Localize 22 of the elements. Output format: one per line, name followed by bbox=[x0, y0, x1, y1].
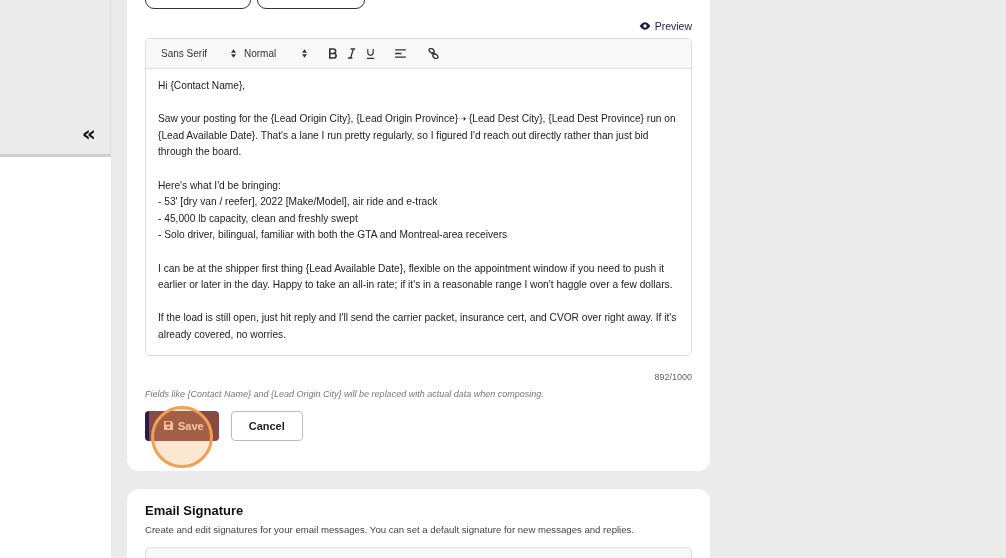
message-text: Here's what I'd be bringing: bbox=[158, 178, 282, 193]
message-text: - 45,000 lb capacity, clean and freshly swept bbox=[158, 211, 359, 226]
sort-arrows-icon bbox=[231, 49, 236, 58]
character-count: 892/1000 bbox=[653, 371, 692, 382]
cancel-button[interactable]: Cancel bbox=[230, 410, 303, 441]
section-description: Create and edit signatures for your email messages. You can set a default signature for new messages and replies. bbox=[145, 523, 636, 535]
message-text: If the load is still open, just hit reply and I'll send the carrier packet, insurance cert, and CVOR over right away. If it's already covered, no worries. bbox=[158, 311, 678, 342]
collapse-button[interactable]: « bbox=[81, 124, 96, 144]
hint-text: Fields like {Contact Name} and {Lead Origin City} will be replaced with actual data when composing. bbox=[145, 388, 545, 399]
floppy-icon bbox=[164, 421, 173, 430]
message-text: Saw your posting for the {Lead Origin City}, {Lead Origin Province}➝ {Lead Dest City}, {Lead Dest Province} run on {Lead Available Date}. That's a lane I run pretty regularly, so I figured I'd reach out directly rather than just bid through the board. bbox=[158, 112, 677, 160]
message-text: I can be at the shipper first thing {Lead Available Date}, flexible on the appointment window if you need to push it earlier or later in the day. Happy to take an all-in rate; if it's in a reasonable range I won't haggle over a few dollars. bbox=[158, 261, 674, 293]
message-text: Hi {Contact Name}, bbox=[158, 79, 247, 93]
preview-label: Preview bbox=[654, 20, 692, 32]
eye-icon bbox=[638, 22, 651, 30]
font-select[interactable]: Sans Serif bbox=[161, 48, 231, 59]
preview-link[interactable]: Preview bbox=[638, 20, 692, 32]
message-text: - 53' [dry van / reefer], 2022 [Make/Model], air ride and e-track bbox=[158, 195, 439, 210]
section-title: Email Signature bbox=[145, 502, 245, 518]
size-select[interactable]: Normal bbox=[244, 48, 302, 59]
sort-arrows-icon bbox=[302, 49, 307, 58]
message-text: - Solo driver, bilingual, familiar with both the GTA and Montreal-area receivers bbox=[158, 228, 509, 243]
